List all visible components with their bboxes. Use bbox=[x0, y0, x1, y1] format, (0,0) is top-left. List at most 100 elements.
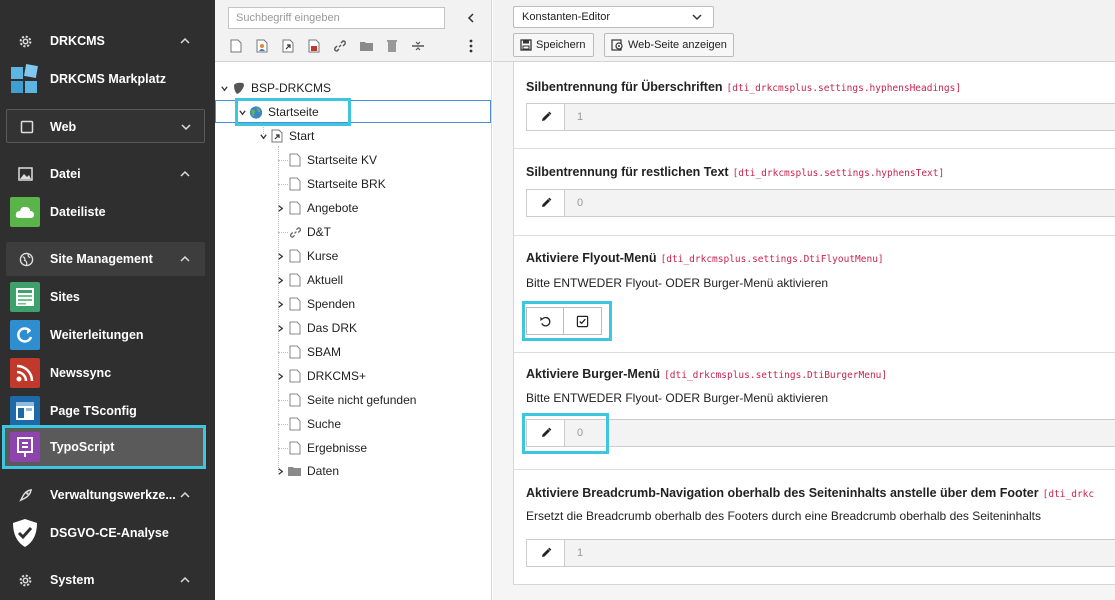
constant-title: Silbentrennung für Überschriften [dti_drk… bbox=[526, 80, 962, 94]
constant-editor-content: Silbentrennung für Überschriften [dti_drk… bbox=[493, 62, 1115, 600]
marketplace-icon bbox=[10, 64, 40, 94]
gear-icon bbox=[16, 572, 34, 588]
tree-node-label: Aktuell bbox=[307, 273, 344, 287]
tree-node-page[interactable]: SBAM bbox=[288, 341, 341, 363]
tree-node-label: Ergebnisse bbox=[307, 441, 368, 455]
sidebar-item-label: DRKCMS Markplatz bbox=[50, 72, 166, 86]
page-tree-panel: BSP-DRKCMS Startseite Start Startseite K… bbox=[215, 0, 492, 600]
collapse-panel-icon[interactable] bbox=[463, 10, 479, 26]
sidebar-item-page-tsconfig[interactable]: Page TSconfig bbox=[0, 394, 215, 428]
chevron-right-icon[interactable] bbox=[275, 371, 285, 381]
chevron-right-icon[interactable] bbox=[275, 323, 285, 333]
tree-search-input[interactable] bbox=[228, 7, 445, 29]
save-button[interactable]: Speichern bbox=[513, 33, 594, 57]
typoscript-icon bbox=[10, 432, 40, 462]
tree-node-page[interactable]: Seite nicht gefunden bbox=[288, 389, 416, 411]
backend-user-page-icon[interactable] bbox=[254, 38, 270, 54]
sidebar-item-newssync[interactable]: Newssync bbox=[0, 356, 215, 390]
sidebar-section-drkcms[interactable]: DRKCMS bbox=[0, 24, 215, 58]
tree-node-page[interactable]: Startseite KV bbox=[288, 149, 377, 171]
function-select[interactable]: Konstanten-Editor bbox=[513, 6, 714, 28]
constant-field: 1 bbox=[526, 103, 1115, 131]
constants-panel: Silbentrennung für Überschriften [dti_drk… bbox=[513, 62, 1115, 585]
chevron-down-icon bbox=[179, 120, 193, 134]
folder-icon bbox=[287, 463, 302, 479]
tree-node-page[interactable]: Spenden bbox=[288, 293, 355, 315]
sidebar-section-verwaltungswerkzeuge[interactable]: Verwaltungswerkze... bbox=[0, 478, 215, 512]
chevron-right-icon[interactable] bbox=[275, 203, 285, 213]
tree-node-page[interactable]: Angebote bbox=[288, 197, 358, 219]
pencil-icon bbox=[541, 197, 551, 207]
chevron-down-icon[interactable] bbox=[219, 83, 229, 93]
trash-icon[interactable] bbox=[384, 38, 400, 54]
tree-node-page[interactable]: Suche bbox=[288, 413, 341, 435]
constant-description: Bitte ENTWEDER Flyout- ODER Burger-Menü … bbox=[526, 391, 829, 405]
pencil-icon bbox=[541, 547, 551, 557]
edit-button[interactable] bbox=[527, 104, 565, 130]
constant-title: Aktiviere Burger-Menü [dti_drkcmsplus.set… bbox=[526, 367, 888, 381]
tree-node-folder[interactable]: Daten bbox=[287, 460, 339, 482]
tree-node-label: DRKCMS+ bbox=[307, 369, 367, 383]
sidebar-item-typoscript[interactable]: TypoScript bbox=[2, 425, 206, 469]
chevron-right-icon[interactable] bbox=[275, 299, 285, 309]
mountpoint-page-icon[interactable] bbox=[306, 38, 322, 54]
tree-node-page[interactable]: Startseite BRK bbox=[288, 173, 386, 195]
constant-flyout-menu: Aktiviere Flyout-Menü [dti_drkcmsplus.set… bbox=[514, 236, 1115, 353]
more-options-icon[interactable] bbox=[463, 38, 479, 54]
page-icon bbox=[288, 152, 302, 168]
link-page-icon[interactable] bbox=[332, 38, 348, 54]
tree-node-page[interactable]: D&T bbox=[288, 221, 331, 243]
tree-node-start[interactable]: Start bbox=[258, 125, 314, 147]
save-icon bbox=[520, 39, 532, 51]
constant-burger-menu: Aktiviere Burger-Menü [dti_drkcmsplus.set… bbox=[514, 353, 1115, 470]
tree-node-root[interactable]: BSP-DRKCMS bbox=[219, 77, 331, 99]
sidebar-section-system[interactable]: System bbox=[0, 563, 215, 597]
constant-description: Bitte ENTWEDER Flyout- ODER Burger-Menü … bbox=[526, 276, 829, 290]
new-page-icon[interactable] bbox=[228, 38, 244, 54]
view-webpage-label: Web-Seite anzeigen bbox=[628, 39, 727, 51]
constant-field: 0 bbox=[526, 189, 1115, 217]
page-icon bbox=[288, 176, 302, 192]
chevron-right-icon[interactable] bbox=[275, 275, 285, 285]
redirect-icon bbox=[10, 320, 40, 350]
tree-node-page[interactable]: Kurse bbox=[288, 245, 338, 267]
sidebar-item-drkcms-markplatz[interactable]: DRKCMS Markplatz bbox=[0, 62, 215, 96]
tree-node-page[interactable]: Das DRK bbox=[288, 317, 357, 339]
tree-node-page[interactable]: Ergebnisse bbox=[288, 437, 367, 459]
tree-toolbar bbox=[215, 0, 491, 62]
page-icon bbox=[288, 440, 302, 456]
folder-icon[interactable] bbox=[358, 38, 374, 54]
tree-node-label: Das DRK bbox=[307, 321, 358, 335]
sidebar-item-sites[interactable]: Sites bbox=[0, 280, 215, 314]
chevron-right-icon[interactable] bbox=[275, 251, 285, 261]
tree-node-label: Startseite BRK bbox=[307, 177, 386, 191]
sidebar-item-weiterleitungen[interactable]: Weiterleitungen bbox=[0, 318, 215, 352]
tree-node-label: Start bbox=[289, 129, 315, 143]
constant-key: [dti_drkcmsplus.settings.hyphensText] bbox=[732, 168, 945, 179]
view-webpage-button[interactable]: Web-Seite anzeigen bbox=[604, 33, 734, 57]
page-icon bbox=[288, 248, 302, 264]
sidebar-item-dsgvo-ce-analyse[interactable]: DSGVO-CE-Analyse bbox=[0, 516, 215, 550]
chevron-up-icon bbox=[178, 573, 192, 587]
sidebar-item-label: DSGVO-CE-Analyse bbox=[50, 526, 169, 540]
edit-button[interactable] bbox=[527, 190, 565, 216]
sidebar-section-site-management[interactable]: Site Management bbox=[6, 242, 205, 276]
tree-node-page[interactable]: DRKCMS+ bbox=[288, 365, 366, 387]
constant-title: Aktiviere Breadcrumb-Navigation oberhalb… bbox=[526, 486, 1095, 500]
sidebar-section-label: DRKCMS bbox=[50, 34, 105, 48]
sidebar-item-dateiliste[interactable]: Dateiliste bbox=[0, 195, 215, 229]
chevron-down-icon[interactable] bbox=[258, 131, 268, 141]
sidebar-section-web[interactable]: Web bbox=[6, 109, 205, 143]
tree-node-label: BSP-DRKCMS bbox=[251, 81, 332, 95]
sidebar-item-label: Newssync bbox=[50, 366, 112, 380]
chevron-up-icon bbox=[178, 252, 192, 266]
shortcut-page-icon[interactable] bbox=[280, 38, 296, 54]
square-outline-icon bbox=[18, 119, 36, 135]
sidebar-section-datei[interactable]: Datei bbox=[0, 157, 215, 191]
page-icon bbox=[288, 296, 302, 312]
constant-description: Ersetzt die Breadcrumb oberhalb des Foot… bbox=[526, 509, 1041, 523]
edit-button[interactable] bbox=[527, 540, 565, 566]
divider-icon[interactable] bbox=[410, 38, 426, 54]
tree-node-page[interactable]: Aktuell bbox=[288, 269, 343, 291]
chevron-right-icon[interactable] bbox=[275, 466, 285, 476]
